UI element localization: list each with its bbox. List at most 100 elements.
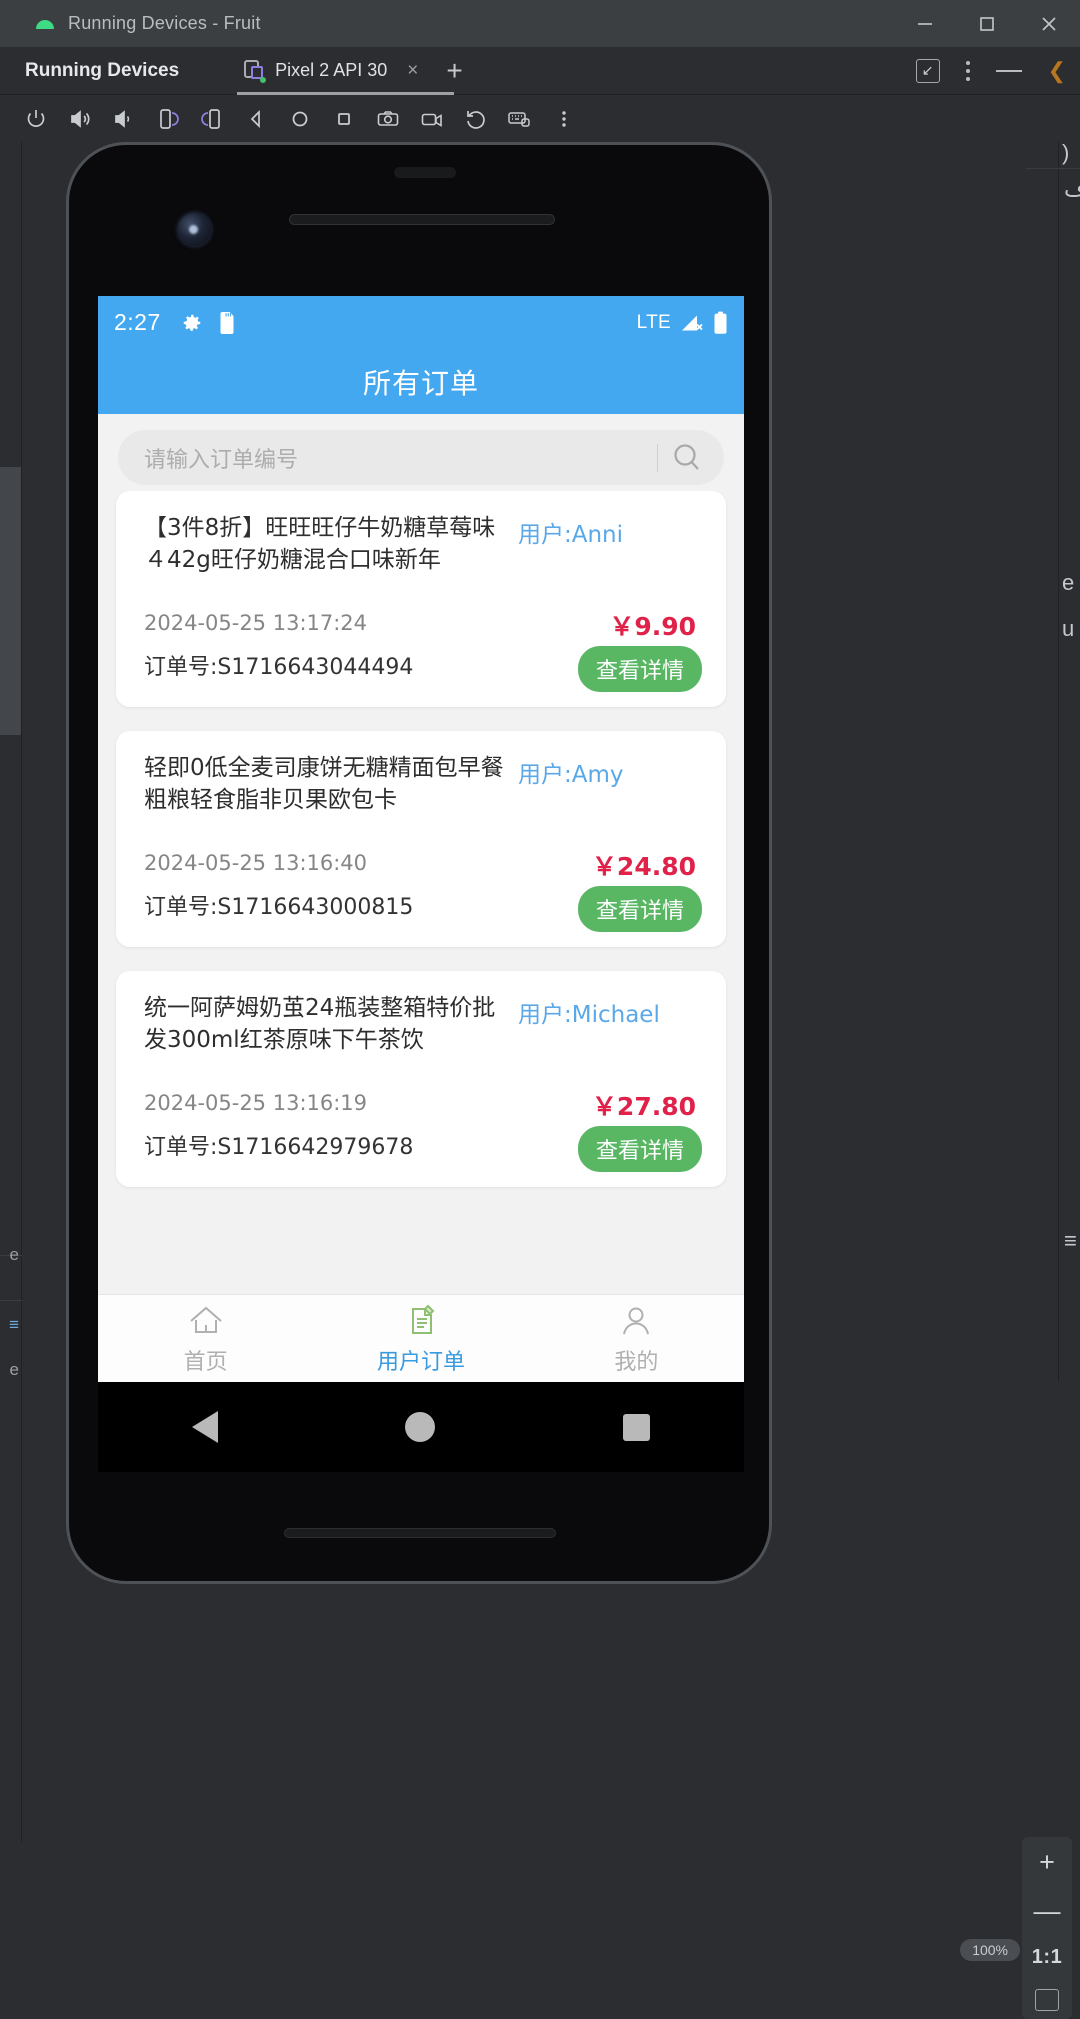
- close-icon[interactable]: ×: [407, 60, 418, 82]
- order-price: ￥24.80: [591, 852, 696, 881]
- left-tool-panel-top: [0, 142, 22, 467]
- emulator-toolbar: [14, 96, 1080, 142]
- more-vertical-icon[interactable]: [542, 97, 586, 141]
- signal-off-icon: [682, 315, 703, 330]
- network-type-label: LTE: [636, 311, 671, 333]
- search-section: 请输入订单编号: [98, 414, 744, 491]
- order-title: 统一阿萨姆奶茧24瓶装整箱特价批发300ml红茶原味下午茶饮: [144, 995, 496, 1053]
- close-button[interactable]: [1018, 0, 1080, 47]
- device-screen[interactable]: 2:27 LTE 所有订单 请输入订单编号 【3件8折】旺旺旺仔牛奶糖草莓味４4…: [98, 296, 744, 1382]
- search-bar[interactable]: 请输入订单编号: [118, 430, 724, 485]
- earpiece-speaker-icon: [289, 214, 555, 225]
- bottom-nav-item-home[interactable]: 首页: [98, 1295, 313, 1382]
- bottom-nav-label: 用户订单: [376, 1349, 465, 1375]
- bottom-speaker-grille: [284, 1528, 556, 1538]
- emulator-device-frame[interactable]: 2:27 LTE 所有订单 请输入订单编号 【3件8折】旺旺旺仔牛奶糖草莓味４4…: [66, 142, 772, 1584]
- left-panel-divider: [21, 142, 22, 1842]
- rotate-right-icon[interactable]: [190, 97, 234, 141]
- power-icon[interactable]: [14, 97, 58, 141]
- view-detail-button[interactable]: 查看详情: [577, 646, 702, 692]
- hide-tool-window-icon[interactable]: ↙: [915, 58, 940, 83]
- right-editor-fragment: e: [1062, 570, 1075, 595]
- left-tool-panel-selected: [0, 467, 22, 735]
- window-controls: [894, 0, 1080, 47]
- order-list[interactable]: 【3件8折】旺旺旺仔牛奶糖草莓味４42g旺仔奶糖混合口味新年 用户:Anni 2…: [98, 491, 744, 1294]
- zoom-fit-icon[interactable]: [1035, 1989, 1059, 2011]
- battery-full-icon: [714, 311, 727, 334]
- status-bar-notification-icons: [181, 311, 236, 334]
- tab-pixel-2-api-30[interactable]: Pixel 2 API 30 ×: [237, 47, 455, 95]
- device-notch: [394, 167, 456, 178]
- maximize-button[interactable]: [956, 0, 1018, 47]
- window-title-bar: Running Devices - Fruit: [0, 0, 1080, 47]
- search-icon[interactable]: [658, 429, 716, 487]
- sd-card-icon: [220, 311, 234, 334]
- nav-recents-square-icon[interactable]: [623, 1413, 651, 1441]
- view-detail-button[interactable]: 查看详情: [577, 1126, 702, 1172]
- keyboard-shortcuts-icon[interactable]: [498, 97, 542, 141]
- right-editor-fragment: ف: [1064, 176, 1080, 201]
- view-detail-button[interactable]: 查看详情: [577, 886, 702, 932]
- bottom-nav-item-profile[interactable]: 我的: [529, 1295, 744, 1382]
- zoom-out-button[interactable]: —: [1034, 1898, 1061, 1925]
- collapse-icon[interactable]: [995, 69, 1022, 72]
- order-title: 轻即0低全麦司康饼无糖精面包早餐粗粮轻食脂非贝果欧包卡: [144, 755, 504, 813]
- nav-back-triangle-icon[interactable]: [191, 1411, 218, 1443]
- add-device-tab-button[interactable]: +: [446, 55, 462, 87]
- order-price: ￥9.90: [609, 612, 696, 641]
- back-icon[interactable]: [234, 97, 278, 141]
- order-datetime: 2024-05-25 13:17:24: [144, 611, 368, 635]
- left-editor-fragment: e: [9, 1360, 19, 1379]
- right-editor-fragment: u: [1062, 616, 1075, 641]
- left-panel-rule: [0, 1300, 22, 1301]
- right-editor-fragment: ): [1062, 140, 1070, 165]
- android-navigation-bar: [98, 1382, 744, 1472]
- order-datetime: 2024-05-25 13:16:19: [144, 1091, 368, 1115]
- app-bottom-navigation: 首页 用户订单 我的: [98, 1294, 744, 1382]
- overview-icon[interactable]: [322, 97, 366, 141]
- tool-window-label: Running Devices: [25, 59, 180, 81]
- app-header-bar: 所有订单: [98, 349, 744, 414]
- tool-window-tab-strip: Running Devices Pixel 2 API 30 × + ↙ ❮: [0, 47, 1080, 95]
- zoom-controls: + — 1:1: [1022, 1837, 1072, 2019]
- order-card[interactable]: 轻即0低全麦司康饼无糖精面包早餐粗粮轻食脂非贝果欧包卡 用户:Amy 2024-…: [116, 731, 726, 947]
- order-user: 用户:Michael: [518, 1002, 660, 1028]
- minimize-button[interactable]: [894, 0, 956, 47]
- status-bar-clock: 2:27: [114, 309, 161, 335]
- search-input[interactable]: 请输入订单编号: [144, 442, 298, 474]
- right-editor-fragment: ≡: [1064, 1228, 1077, 1253]
- title-bar-left: Running Devices - Fruit: [0, 13, 261, 34]
- screen-record-icon[interactable]: [410, 97, 454, 141]
- order-user: 用户:Anni: [518, 522, 624, 548]
- nav-home-circle-icon[interactable]: [405, 1412, 436, 1442]
- android-device-icon: [243, 59, 267, 83]
- bottom-nav-label: 首页: [183, 1349, 228, 1375]
- window-title: Running Devices - Fruit: [68, 13, 261, 33]
- chevron-right-icon[interactable]: ❮: [1048, 58, 1066, 84]
- order-document-icon: [411, 1304, 435, 1334]
- more-vertical-icon[interactable]: [965, 60, 970, 81]
- device-tab-label: Pixel 2 API 30: [275, 60, 388, 80]
- front-camera-icon: [178, 213, 211, 246]
- order-card[interactable]: 【3件8折】旺旺旺仔牛奶糖草莓味４42g旺仔奶糖混合口味新年 用户:Anni 2…: [116, 491, 726, 707]
- left-editor-fragment: e: [9, 1245, 19, 1264]
- zoom-in-button[interactable]: +: [1039, 1849, 1055, 1876]
- right-editor-rule: [1026, 168, 1080, 169]
- right-panel-divider: [1058, 142, 1059, 1382]
- volume-down-icon[interactable]: [102, 97, 146, 141]
- rotate-undo-icon[interactable]: [454, 97, 498, 141]
- order-card[interactable]: 统一阿萨姆奶茧24瓶装整箱特价批发300ml红茶原味下午茶饮 用户:Michae…: [116, 971, 726, 1187]
- rotate-left-icon[interactable]: [146, 97, 190, 141]
- settings-gear-icon: [183, 314, 201, 331]
- bottom-nav-item-user-orders[interactable]: 用户订单: [313, 1295, 528, 1382]
- android-status-bar: 2:27 LTE: [98, 296, 744, 349]
- home-icon[interactable]: [278, 97, 322, 141]
- actual-size-button[interactable]: 1:1: [1032, 1947, 1062, 1967]
- volume-up-icon[interactable]: [58, 97, 102, 141]
- bottom-nav-label: 我的: [614, 1349, 659, 1375]
- tool-window-actions: ↙ ❮: [915, 58, 1080, 84]
- left-editor-fragment: ≡: [9, 1315, 19, 1334]
- order-number: 订单号:S1716643000815: [144, 895, 414, 920]
- screenshot-camera-icon[interactable]: [366, 97, 410, 141]
- zoom-level-tooltip: 100%: [960, 1939, 1020, 1961]
